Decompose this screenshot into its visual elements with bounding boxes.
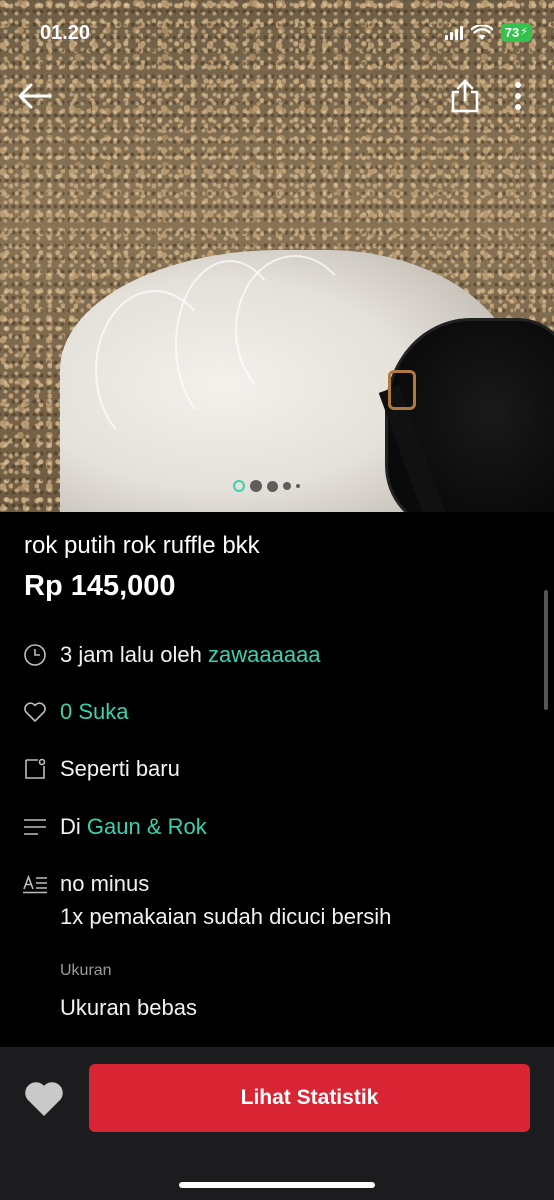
listing-details: rok putih rok ruffle bkk Rp 145,000 3 ja… — [0, 512, 554, 1047]
text-description-icon — [22, 871, 48, 897]
category-prefix: Di — [60, 814, 81, 839]
listing-title: rok putih rok ruffle bkk — [24, 532, 260, 559]
status-icons: 73 ⚡ — [444, 23, 532, 42]
description-line: 1x pemakaian sudah dicuci bersih — [60, 904, 392, 929]
listing-price: Rp 145,000 — [24, 570, 176, 602]
size-value: Ukuran bebas — [60, 995, 197, 1020]
share-button[interactable] — [444, 74, 486, 118]
posted-time: 3 jam lalu oleh — [60, 642, 202, 667]
more-options-button[interactable] — [502, 74, 534, 118]
back-button[interactable] — [14, 76, 56, 116]
more-vertical-icon — [515, 82, 521, 110]
share-icon — [451, 79, 479, 113]
photo-skirt-ruffle — [235, 255, 355, 405]
description-line: no minus — [60, 871, 150, 896]
view-statistics-button[interactable]: Lihat Statistik — [89, 1064, 530, 1132]
status-time: 01.20 — [40, 22, 91, 44]
battery-indicator: 73 ⚡ — [500, 23, 532, 42]
clock-icon — [22, 642, 48, 668]
size-label: Ukuran — [60, 962, 112, 979]
likes-count[interactable]: 0 Suka — [60, 699, 129, 725]
carousel-dot[interactable] — [283, 482, 291, 490]
likes-row[interactable]: 0 Suka — [22, 699, 129, 725]
bottom-action-bar: Lihat Statistik — [0, 1047, 554, 1200]
carousel-dot[interactable] — [250, 480, 262, 492]
description-row: no minus — [22, 871, 149, 897]
list-icon — [22, 814, 48, 840]
like-button[interactable] — [22, 1079, 66, 1119]
carousel-dot[interactable] — [296, 484, 300, 488]
battery-level: 73 — [504, 25, 520, 40]
charging-bolt-icon: ⚡ — [520, 26, 528, 38]
category-link[interactable]: Gaun & Rok — [87, 814, 207, 840]
photo-bag-clasp — [388, 370, 416, 410]
arrow-left-icon — [18, 83, 52, 109]
carousel-dot-active[interactable] — [233, 480, 245, 492]
posted-row: 3 jam lalu oleh zawaaaaaa — [22, 642, 321, 668]
heart-outline-icon — [22, 699, 48, 725]
seller-link[interactable]: zawaaaaaa — [208, 642, 321, 668]
heart-icon — [25, 1082, 63, 1116]
cellular-signal-icon — [444, 25, 463, 40]
condition-tag-icon — [22, 756, 48, 782]
wifi-icon — [470, 24, 493, 40]
scrollbar[interactable] — [544, 590, 548, 710]
home-indicator[interactable] — [179, 1182, 375, 1188]
condition-value: Seperti baru — [60, 756, 180, 781]
carousel-indicator[interactable] — [233, 480, 300, 492]
condition-row: Seperti baru — [22, 756, 180, 782]
status-bar: 01.20 73 ⚡ — [0, 0, 554, 66]
category-row: Di Gaun & Rok — [22, 814, 207, 840]
carousel-dot[interactable] — [267, 480, 278, 492]
